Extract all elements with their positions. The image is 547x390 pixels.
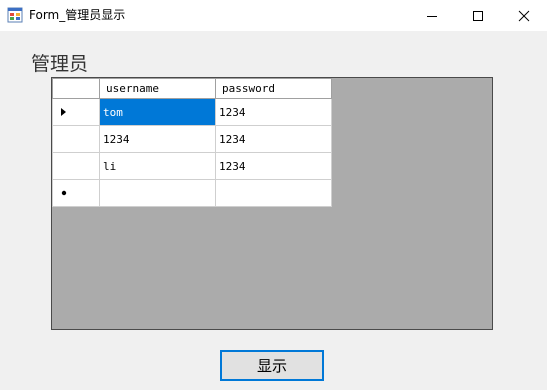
cell-username[interactable]: li	[99, 152, 216, 180]
minimize-button[interactable]	[409, 0, 455, 31]
grid-table: username password tom 1234 1234 1234 li …	[52, 78, 332, 207]
row-header[interactable]	[52, 125, 100, 153]
cell-username[interactable]: tom	[99, 98, 216, 126]
row-header[interactable]	[52, 179, 100, 207]
column-header-username[interactable]: username	[99, 78, 216, 99]
window-title: Form_管理员显示	[29, 8, 126, 22]
title-bar: Form_管理员显示	[0, 0, 547, 31]
cell-password[interactable]: 1234	[215, 98, 332, 126]
cell-password[interactable]: 1234	[215, 125, 332, 153]
table-row[interactable]: tom 1234	[52, 98, 332, 126]
column-header-password[interactable]: password	[215, 78, 332, 99]
table-row[interactable]: li 1234	[52, 152, 332, 180]
new-row-asterisk-icon	[61, 190, 67, 196]
row-header[interactable]	[52, 152, 100, 180]
cell-username[interactable]: 1234	[99, 125, 216, 153]
table-row[interactable]: 1234 1234	[52, 125, 332, 153]
cell-username[interactable]	[99, 179, 216, 207]
admin-label: 管理员	[31, 53, 89, 75]
cell-password[interactable]	[215, 179, 332, 207]
new-row[interactable]	[52, 179, 332, 207]
data-grid[interactable]: username password tom 1234 1234 1234 li …	[51, 77, 493, 330]
grid-corner-header[interactable]	[52, 78, 100, 99]
show-button[interactable]: 显示	[220, 350, 324, 381]
close-button[interactable]	[501, 0, 547, 31]
maximize-icon	[473, 10, 483, 21]
minimize-icon	[427, 15, 437, 17]
grid-header-row: username password	[52, 78, 332, 99]
maximize-button[interactable]	[455, 0, 501, 31]
current-row-arrow-icon	[61, 108, 66, 116]
cell-password[interactable]: 1234	[215, 152, 332, 180]
winforms-form-icon	[7, 7, 23, 23]
close-icon	[518, 10, 530, 21]
row-header[interactable]	[52, 98, 100, 126]
